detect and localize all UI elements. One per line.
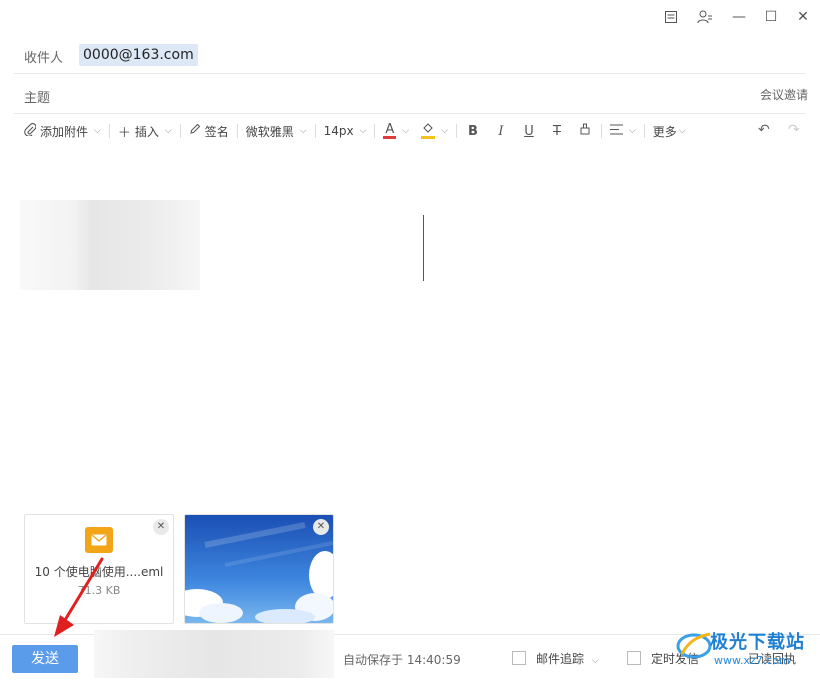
- more-label: 更多: [652, 124, 677, 139]
- insert-label: 插入: [134, 124, 159, 139]
- insert-button[interactable]: ＋ 插入 ⌵: [112, 118, 178, 144]
- font-family-value: 微软雅黑: [245, 124, 294, 139]
- highlight-color-button[interactable]: ⌵: [415, 118, 454, 144]
- blurred-content: [20, 200, 200, 290]
- paperclip-icon: [24, 122, 37, 140]
- chevron-down-icon: ⌵: [164, 126, 172, 136]
- divider: [14, 73, 806, 74]
- chevron-down-icon: ⌵: [441, 126, 448, 136]
- meeting-invite-link[interactable]: 会议邀请: [760, 86, 808, 103]
- scheduled-checkbox[interactable]: [627, 651, 641, 665]
- chevron-down-icon: ⌵: [402, 126, 410, 136]
- mail-icon: [85, 527, 113, 553]
- image-thumbnail: [185, 515, 333, 623]
- chevron-down-icon: ⌵: [591, 656, 599, 666]
- tracking-label: 邮件追踪 ⌵: [536, 652, 599, 666]
- toolbar-divider: [455, 124, 457, 138]
- toolbar-divider: [179, 124, 181, 138]
- redo-icon[interactable]: ↷: [788, 122, 800, 138]
- undo-icon[interactable]: ↶: [758, 122, 770, 138]
- tracking-checkbox[interactable]: [512, 651, 526, 665]
- underline-icon[interactable]: U: [515, 124, 543, 139]
- paint-bucket-icon: [421, 123, 436, 139]
- toolbar-divider: [374, 124, 376, 138]
- chevron-down-icon: ⌵: [359, 126, 367, 136]
- image-attachment[interactable]: ✕: [184, 514, 334, 624]
- logo-icon: [676, 632, 712, 659]
- bold-icon[interactable]: B: [459, 124, 487, 139]
- close-icon[interactable]: ✕: [153, 519, 169, 535]
- blurred-content: [94, 630, 334, 678]
- toolbar-divider: [236, 124, 238, 138]
- plus-icon: ＋: [117, 125, 131, 141]
- contacts-icon[interactable]: [694, 6, 716, 28]
- text-cursor: [423, 215, 424, 281]
- toolbar-divider: [314, 124, 316, 138]
- font-size-select[interactable]: 14px ⌵: [318, 118, 373, 144]
- align-icon: [609, 124, 623, 138]
- strikethrough-icon[interactable]: T: [543, 124, 571, 139]
- font-color-icon: A: [383, 121, 397, 139]
- signature-label: 签名: [204, 124, 229, 139]
- format-painter-icon[interactable]: [571, 123, 599, 140]
- pen-icon: [189, 123, 201, 139]
- signature-button[interactable]: 签名: [183, 118, 235, 144]
- watermark-logo: 极光下载站 www.xz7.com: [676, 626, 820, 680]
- attach-label: 添加附件: [40, 124, 89, 139]
- toolbar-divider: [108, 124, 110, 138]
- watermark-text: 极光下载站: [710, 632, 805, 653]
- chevron-down-icon: ⌵: [94, 126, 101, 136]
- editor-toolbar: 添加附件 ⌵ ＋ 插入 ⌵ 签名 微软雅黑 ⌵ 14px ⌵ A ⌵ ⌵ B I…: [18, 118, 692, 144]
- mini-mode-icon[interactable]: [660, 6, 682, 28]
- send-button[interactable]: 发送: [12, 645, 78, 673]
- chevron-down-icon: ⌵: [628, 126, 636, 136]
- align-button[interactable]: ⌵: [604, 118, 642, 144]
- toolbar-divider: [600, 124, 602, 138]
- italic-icon[interactable]: I: [487, 124, 515, 139]
- arrow-icon: [54, 557, 104, 637]
- recipient-label: 收件人: [24, 51, 64, 66]
- subject-label[interactable]: 主题: [24, 87, 50, 106]
- attach-button[interactable]: 添加附件 ⌵: [18, 118, 107, 144]
- toolbar-divider: [643, 124, 645, 138]
- more-button[interactable]: 更多 ⌵: [647, 118, 692, 144]
- chevron-down-icon: ⌵: [678, 126, 686, 136]
- font-family-select[interactable]: 微软雅黑 ⌵: [240, 118, 313, 144]
- maximize-button[interactable]: ☐: [760, 6, 782, 28]
- recipient-chip[interactable]: 0000@163.com: [79, 44, 198, 66]
- close-icon[interactable]: ✕: [313, 519, 329, 535]
- watermark-url: www.xz7.com: [714, 654, 790, 667]
- minimize-button[interactable]: —: [728, 6, 750, 28]
- font-color-button[interactable]: A ⌵: [377, 118, 415, 144]
- chevron-down-icon: ⌵: [299, 126, 307, 136]
- close-button[interactable]: ✕: [792, 6, 814, 28]
- autosave-status: 自动保存于 14:40:59: [343, 653, 461, 667]
- divider: [14, 113, 806, 114]
- font-size-value: 14px: [323, 124, 354, 138]
